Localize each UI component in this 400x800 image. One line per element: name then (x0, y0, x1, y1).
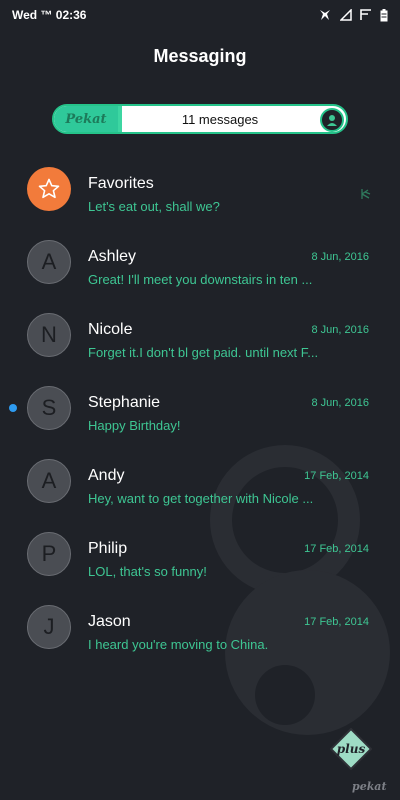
signal-icon (340, 9, 352, 21)
conversation-row[interactable]: J Jason I heard you're moving to China. 17 … (0, 596, 400, 669)
notification-icon (318, 8, 332, 22)
contact-name: Favorites (88, 175, 154, 192)
message-date: 8 Jun, 2016 (311, 397, 370, 409)
conversation-list: Favorites Let's eat out, shall we? A Ashley… (0, 158, 400, 669)
svg-text:plus: plus (337, 742, 366, 756)
contact-name: Ashley (88, 248, 137, 265)
status-icons (318, 8, 388, 22)
message-date: 17 Feb, 2014 (304, 543, 369, 555)
contact-avatar[interactable]: J (27, 605, 71, 649)
favorites-hint-icon (359, 187, 373, 201)
plus-badge-icon: plus (329, 727, 373, 771)
contact-name: Philip (88, 540, 128, 557)
message-preview: Forget it.I don't bl get paid. until nex… (88, 345, 319, 360)
pekat-logo: Pekat (54, 106, 118, 132)
page-title: Messaging (153, 46, 247, 66)
conversation-row[interactable]: P Philip LOL, that's so funny! 17 Feb, 2014 (0, 523, 400, 596)
message-count-banner[interactable]: Pekat 11 messages (52, 104, 348, 134)
conversation-row[interactable]: A Ashley Great! I'll meet you downstairs i… (0, 231, 400, 304)
message-date: 8 Jun, 2016 (311, 324, 370, 336)
profile-avatar-icon[interactable] (320, 108, 344, 132)
status-time: Wed ™ 02:36 (12, 8, 87, 22)
message-date: 8 Jun, 2016 (311, 251, 370, 263)
message-preview: I heard you're moving to China. (88, 637, 269, 652)
messaging-screen: Wed ™ 02:36 Messaging Pekat 11 messages … (0, 0, 400, 800)
banner-accent-bar (118, 106, 122, 132)
conversation-row[interactable]: Favorites Let's eat out, shall we? (0, 158, 400, 231)
contact-avatar[interactable]: A (27, 240, 71, 284)
brand-watermark-text: pekat (352, 780, 387, 793)
message-preview: LOL, that's so funny! (88, 564, 207, 579)
battery-icon (380, 8, 388, 22)
status-bar: Wed ™ 02:36 (0, 0, 400, 30)
contact-avatar[interactable]: A (27, 459, 71, 503)
unread-indicator (9, 404, 17, 412)
wifi-icon (360, 9, 372, 21)
background-inner-shape (255, 665, 315, 725)
conversation-row[interactable]: N Nicole Forget it.I don't bl get paid. un… (0, 304, 400, 377)
message-count-label: 11 messages (181, 111, 259, 127)
message-preview: Let's eat out, shall we? (88, 199, 220, 214)
message-preview: Hey, want to get together with Nicole ..… (88, 491, 314, 506)
contact-name: Nicole (88, 321, 133, 338)
conversation-row[interactable]: A Andy Hey, want to get together with Nico… (0, 450, 400, 523)
contact-avatar[interactable]: P (27, 532, 71, 576)
message-date: 17 Feb, 2014 (304, 616, 369, 628)
message-preview: Happy Birthday! (88, 418, 181, 433)
contact-avatar[interactable]: S (27, 386, 71, 430)
conversation-row[interactable]: S Stephanie Happy Birthday! 8 Jun, 2016 (0, 377, 400, 450)
contact-avatar[interactable]: N (27, 313, 71, 357)
message-date: 17 Feb, 2014 (304, 470, 369, 482)
contact-name: Jason (88, 613, 131, 630)
favorites-star-icon[interactable] (27, 167, 71, 211)
message-preview: Great! I'll meet you downstairs in ten .… (88, 272, 313, 287)
contact-name: Andy (88, 467, 125, 484)
contact-name: Stephanie (88, 394, 161, 411)
